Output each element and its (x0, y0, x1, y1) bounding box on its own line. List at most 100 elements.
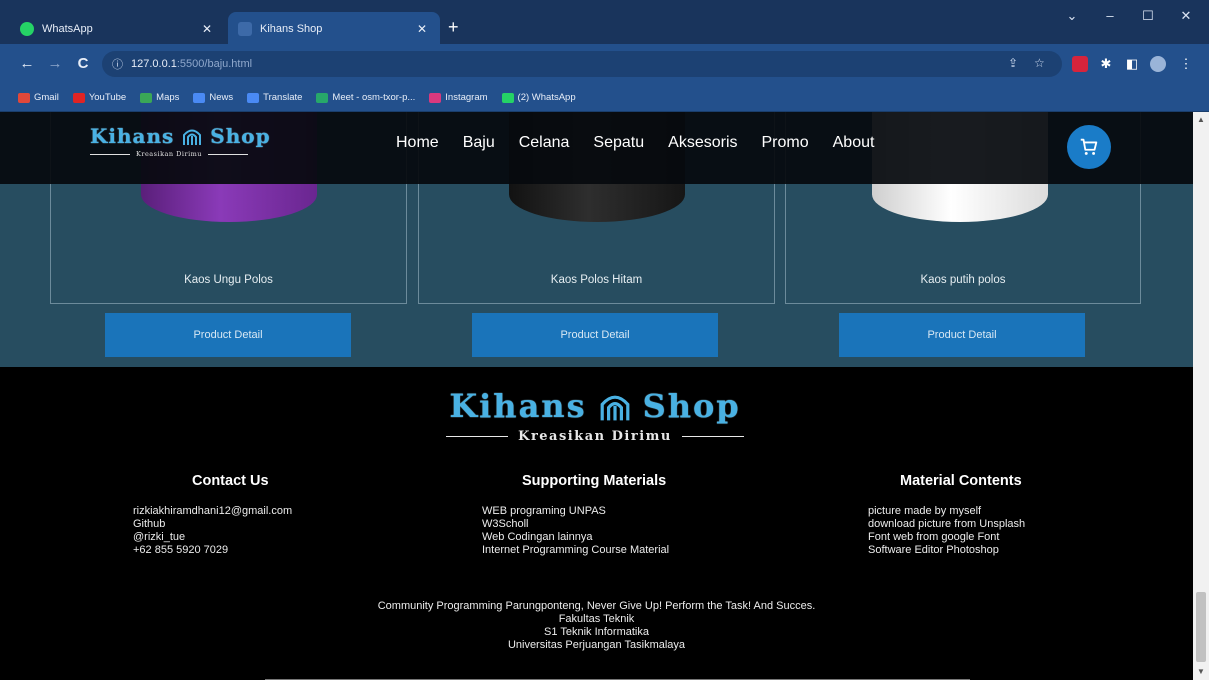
footer-credits: Community Programming Parungponteng, Nev… (0, 600, 1193, 652)
footer-logo: Kihans Shop Kreasikan Dirimu (425, 387, 765, 444)
meet-icon (316, 92, 329, 103)
cart-icon (1080, 138, 1098, 155)
maps-icon (140, 92, 153, 103)
contact-phone: +62 855 5920 7029 (133, 544, 229, 556)
tab-whatsapp[interactable]: WhatsApp ✕ (10, 12, 225, 46)
youtube-icon (72, 92, 85, 103)
logo-name: Kihans (90, 124, 175, 148)
bookmark-item[interactable]: Instagram (429, 92, 488, 103)
instagram-icon (429, 92, 442, 103)
share-icon[interactable]: ⇪ (1008, 56, 1018, 70)
gmail-icon (18, 92, 30, 103)
footer-list-item: Internet Programming Course Material (482, 544, 670, 556)
bookmark-item[interactable]: Maps (140, 92, 179, 103)
nav-home[interactable]: Home (396, 134, 439, 152)
scroll-down-icon[interactable]: ▼ (1193, 664, 1209, 680)
bookmarks-bar: Gmail YouTube Maps News Translate Meet - osm-… (0, 84, 1209, 112)
bookmark-label: Maps (156, 92, 180, 103)
reload-icon[interactable]: C (74, 54, 92, 74)
product-name: Kaos Ungu Polos (184, 274, 273, 286)
side-panel-icon[interactable]: ◧ (1124, 56, 1140, 72)
bookmark-label: YouTube (88, 92, 127, 103)
cart-button[interactable] (1067, 125, 1111, 169)
bookmark-item[interactable]: (2) WhatsApp (501, 92, 576, 103)
product-name: Kaos putih polos (920, 274, 1006, 286)
footer-list-item: Web Codingan lainnya (482, 531, 593, 543)
new-tab-button[interactable]: + (448, 16, 459, 38)
product-detail-button[interactable]: Product Detail (472, 313, 718, 357)
bookmark-label: Instagram (445, 92, 488, 103)
close-icon[interactable]: ✕ (414, 22, 430, 36)
divider (208, 153, 248, 155)
site-navbar: Kihans Shop Kreasikan Dirimu Home Baju C… (0, 112, 1193, 184)
bookmark-item[interactable]: Gmail (18, 92, 59, 103)
news-icon (193, 92, 206, 103)
footer-column-title: Contact Us (192, 473, 269, 489)
back-icon[interactable]: ← (18, 54, 36, 74)
footer-column-title: Material Contents (900, 473, 1022, 489)
logo-tagline: Kreasikan Dirimu (136, 150, 202, 158)
footer-list-item: WEB programing UNPAS (482, 505, 606, 517)
forward-icon[interactable]: → (46, 54, 64, 74)
footer-supporting-column: Supporting Materials WEB programing UNPA… (482, 473, 669, 557)
close-icon[interactable]: ✕ (199, 22, 215, 36)
bookmark-star-icon[interactable]: ☆ (1034, 56, 1045, 70)
menu-icon[interactable]: ⋮ (1178, 56, 1194, 72)
translate-icon (247, 92, 260, 103)
product-name: Kaos Polos Hitam (550, 274, 643, 286)
divider (90, 153, 130, 155)
nav-baju[interactable]: Baju (463, 134, 495, 152)
scrollbar-thumb[interactable] (1196, 592, 1206, 662)
footer-column-title: Supporting Materials (522, 473, 667, 489)
site-logo[interactable]: Kihans Shop Kreasikan Dirimu (90, 124, 300, 158)
logo-emblem-icon (183, 129, 202, 145)
credit-line: Fakultas Teknik (558, 613, 635, 625)
nav-celana[interactable]: Celana (519, 134, 570, 152)
product-detail-button[interactable]: Product Detail (105, 313, 351, 357)
bookmark-label: (2) WhatsApp (517, 92, 576, 103)
url-text: 127.0.0.1:5500/baju.html (131, 58, 253, 70)
extensions-puzzle-icon[interactable]: ✱ (1098, 56, 1114, 72)
site-footer: Kihans Shop Kreasikan Dirimu Contact Us (0, 367, 1193, 680)
nav-menu: Home Baju Celana Sepatu Aksesoris Promo … (396, 134, 898, 152)
bookmark-item[interactable]: Translate (247, 92, 302, 103)
footer-list-item: W3Scholl (482, 518, 529, 530)
address-bar[interactable]: ⓘ 127.0.0.1:5500/baju.html (102, 51, 1062, 77)
bookmark-item[interactable]: YouTube (72, 92, 127, 103)
browser-window: WhatsApp ✕ Kihans Shop ✕ + ⌄ – ☐ ✕ ← → C… (0, 0, 1209, 680)
contact-github[interactable]: Github (133, 518, 292, 531)
bookmark-item[interactable]: News (193, 92, 233, 103)
contact-email[interactable]: rizkiakhiramdhani12@gmail.com (133, 505, 292, 518)
page-viewport: Kaos Ungu Polos Product Detail Kaos Polo… (0, 112, 1193, 680)
nav-aksesoris[interactable]: Aksesoris (668, 134, 737, 152)
vertical-scrollbar[interactable]: ▲ ▼ (1193, 112, 1209, 680)
bookmark-item[interactable]: Meet - osm-txor-p... (316, 92, 415, 103)
maximize-icon[interactable]: ☐ (1138, 8, 1158, 24)
nav-promo[interactable]: Promo (762, 134, 809, 152)
bookmark-label: Translate (263, 92, 303, 103)
minimize-icon[interactable]: – (1100, 8, 1120, 23)
contact-handle[interactable]: @rizki_tue (133, 531, 292, 544)
credit-line: Universitas Perjuangan Tasikmalaya (507, 639, 686, 651)
footer-logo-name: Kihans (449, 387, 587, 425)
credit-line: Community Programming Parungponteng, Nev… (377, 600, 816, 612)
product-detail-button[interactable]: Product Detail (839, 313, 1085, 357)
tab-strip: WhatsApp ✕ Kihans Shop ✕ + ⌄ – ☐ ✕ (0, 0, 1209, 46)
window-close-icon[interactable]: ✕ (1176, 8, 1196, 24)
scroll-up-icon[interactable]: ▲ (1193, 112, 1209, 128)
divider (446, 435, 509, 438)
tab-search-icon[interactable]: ⌄ (1062, 8, 1082, 24)
footer-logo-name-2: Shop (642, 387, 741, 425)
whatsapp-icon (20, 22, 34, 36)
site-info-icon[interactable]: ⓘ (112, 56, 123, 72)
footer-list-item: download picture from Unsplash (868, 518, 1026, 530)
tab-kihans-shop[interactable]: Kihans Shop ✕ (228, 12, 440, 46)
footer-logo-tagline: Kreasikan Dirimu (518, 429, 672, 444)
nav-about[interactable]: About (833, 134, 875, 152)
nav-sepatu[interactable]: Sepatu (593, 134, 644, 152)
footer-contact-column: Contact Us rizkiakhiramdhani12@gmail.com… (133, 473, 292, 557)
page-icon (238, 22, 252, 36)
profile-avatar[interactable] (1150, 56, 1166, 72)
footer-material-column: Material Contents picture made by myself… (868, 473, 1025, 557)
extension-red-icon[interactable] (1072, 56, 1088, 72)
